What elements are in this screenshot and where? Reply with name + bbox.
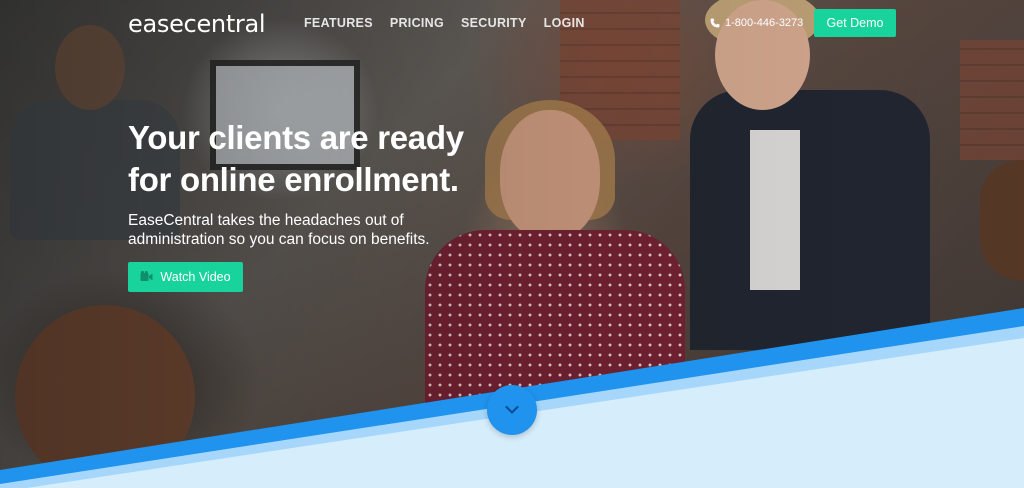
logo[interactable]: easecentral	[128, 10, 266, 38]
phone-number-text: 1-800-446-3273	[725, 17, 804, 29]
video-icon	[140, 271, 153, 281]
get-demo-button[interactable]: Get Demo	[814, 9, 896, 37]
nav-security[interactable]: SECURITY	[461, 16, 527, 30]
scroll-down-button[interactable]	[487, 385, 537, 435]
watch-video-button[interactable]: Watch Video	[128, 262, 243, 292]
hero-headline: Your clients are ready for online enroll…	[128, 119, 464, 198]
watch-video-label: Watch Video	[160, 270, 231, 284]
hero-subtext: EaseCentral takes the headaches out of a…	[128, 212, 430, 248]
phone-icon	[710, 18, 720, 28]
nav-pricing[interactable]: PRICING	[390, 16, 444, 30]
nav-features[interactable]: FEATURES	[304, 16, 373, 30]
main-nav: FEATURES PRICING SECURITY LOGIN	[304, 16, 602, 30]
nav-login[interactable]: LOGIN	[544, 16, 585, 30]
chevron-down-icon	[505, 406, 519, 414]
phone-number[interactable]: 1-800-446-3273	[710, 17, 803, 29]
